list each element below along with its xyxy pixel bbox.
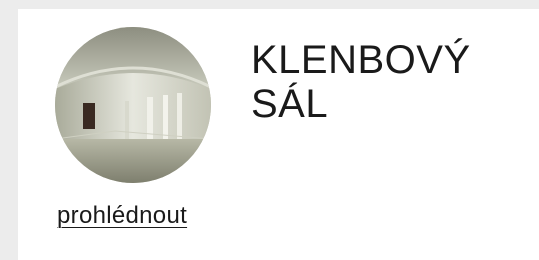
vaulted-hall-photo	[55, 27, 211, 183]
room-thumbnail[interactable]	[55, 27, 211, 183]
room-title-line-2: SÁL	[251, 82, 329, 126]
room-title-line-1: KLENBOVÝ	[251, 38, 471, 82]
view-room-link[interactable]: prohlédnout	[57, 201, 187, 231]
room-card: KLENBOVÝ SÁL prohlédnout	[18, 9, 539, 260]
room-title: KLENBOVÝ SÁL	[251, 38, 531, 126]
